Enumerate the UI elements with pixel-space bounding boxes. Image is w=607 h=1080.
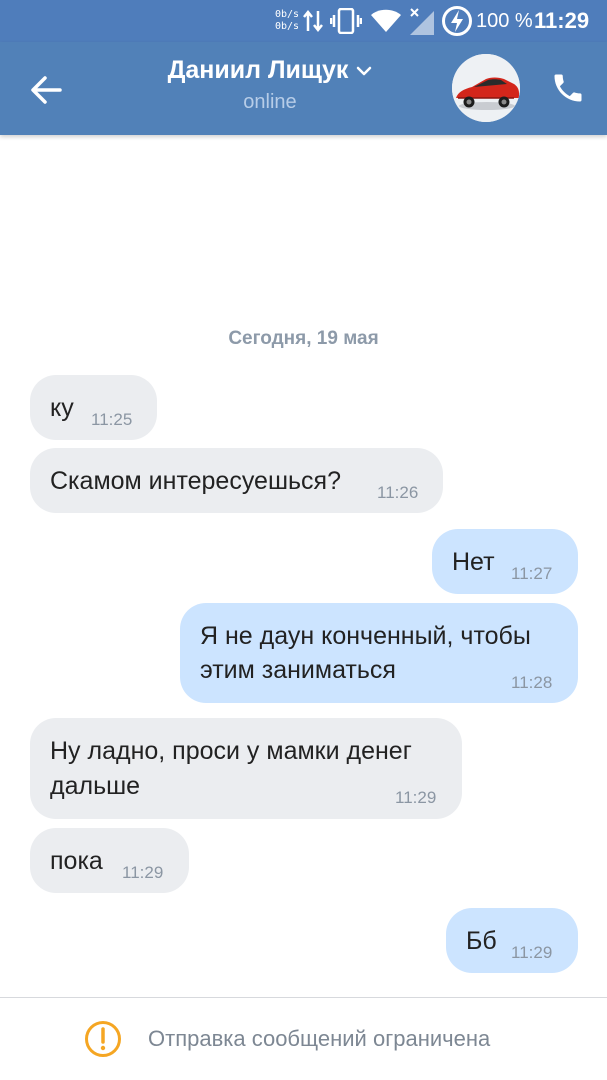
presence-status: online — [243, 91, 297, 113]
back-button[interactable] — [26, 70, 66, 110]
message-time: 11:29 — [122, 863, 164, 882]
message-time: 11:29 — [511, 943, 553, 962]
message-text: Скамом интересуешься? — [50, 467, 341, 495]
message-bubble-incoming[interactable]: пока 11:29 — [30, 828, 189, 893]
call-button[interactable] — [550, 70, 586, 106]
message-bubble-incoming[interactable]: Скамом интересуешься? 11:26 — [30, 448, 443, 513]
phone-icon — [554, 74, 582, 102]
message-text-line-1: Ну ладно, проси у мамки денег — [50, 737, 412, 765]
restriction-footer: Отправка сообщений ограничена — [0, 998, 607, 1080]
data-arrows-icon — [303, 0, 323, 42]
message-time: 11:25 — [91, 410, 133, 429]
arrow-left-icon — [31, 76, 62, 104]
status-clock: 11:29 — [534, 8, 590, 33]
message-text-line-2: дальше — [50, 772, 141, 800]
car-avatar-image — [452, 54, 520, 122]
network-speed: 0b/s 0b/s — [272, 0, 302, 42]
message-text: Нет — [452, 548, 495, 576]
contact-name: Даниил Лищук — [167, 56, 349, 84]
message-text: пока — [50, 847, 103, 875]
message-time: 11:28 — [511, 673, 553, 692]
restriction-notice: Отправка сообщений ограничена — [148, 1026, 491, 1051]
date-separator: Сегодня, 19 мая — [228, 328, 379, 349]
message-bubble-incoming[interactable]: Ну ладно, проси у мамки денег дальше 11:… — [30, 718, 462, 819]
net-down-speed: 0b/s — [274, 21, 300, 32]
signal-off-icon — [408, 0, 436, 42]
message-time: 11:26 — [377, 483, 419, 502]
message-text: Бб — [466, 927, 497, 955]
net-up-speed: 0b/s — [274, 9, 300, 20]
battery-charging-icon — [441, 0, 473, 42]
message-bubble-outgoing[interactable]: Бб 11:29 — [446, 908, 578, 973]
message-time: 11:29 — [395, 788, 437, 807]
status-bar: 0b/s 0b/s 100 % 11:29 — [0, 0, 607, 42]
message-bubble-outgoing[interactable]: Я не даун конченный, чтобы этим занимать… — [180, 603, 578, 703]
wifi-icon — [371, 0, 401, 42]
message-time: 11:27 — [511, 564, 553, 583]
avatar[interactable] — [452, 54, 520, 122]
chevron-down-icon — [357, 66, 372, 75]
warning-icon — [85, 1021, 121, 1057]
contact-title-row[interactable]: Даниил Лищук — [168, 56, 373, 85]
battery-percent: 100 % — [476, 9, 533, 32]
conversation-title[interactable]: Даниил Лищук online — [120, 56, 420, 114]
vibrate-icon — [330, 0, 362, 42]
chat-header: Даниил Лищук online — [0, 42, 607, 135]
message-text-line-2: этим заниматься — [200, 656, 396, 684]
message-text-line-1: Я не даун конченный, чтобы — [200, 622, 531, 650]
message-text: ку — [50, 394, 74, 422]
message-bubble-incoming[interactable]: ку 11:25 — [30, 375, 157, 440]
message-bubble-outgoing[interactable]: Нет 11:27 — [432, 529, 578, 594]
